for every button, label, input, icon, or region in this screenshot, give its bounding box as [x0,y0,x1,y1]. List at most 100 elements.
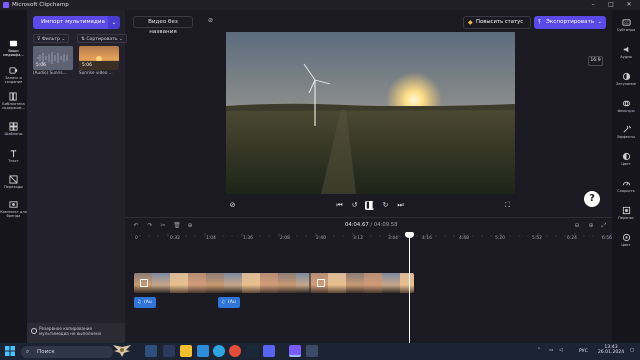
right-item-color-2[interactable]: Цвет [612,233,640,247]
current-time: 04:04.67 [345,222,369,228]
maximize-button[interactable]: □ [604,0,618,10]
steam-icon[interactable] [246,345,258,357]
chevron-down-icon: ⌄ [111,19,117,26]
filters-icon [622,100,630,107]
media-caption: Sunrise video ... [79,70,113,75]
right-item-speed-label: Скорость [617,189,635,193]
help-button[interactable]: ? [584,191,600,207]
network-icon[interactable]: ▭ [549,348,553,353]
image-icon [140,279,148,287]
right-item-color[interactable]: Цвет [612,152,640,166]
right-item-speed[interactable]: Скорость [612,179,640,193]
close-button[interactable]: ✕ [622,0,636,10]
collapse-panel-icon[interactable] [622,48,631,51]
hide-preview-icon[interactable]: ⊘ [228,201,237,210]
nav-item-transitions[interactable]: Переходы [0,175,27,189]
chrome-icon[interactable] [229,345,241,357]
export-label: Экспортировать [546,19,595,25]
right-item-filters[interactable]: Фильтры [612,99,640,113]
pause-icon[interactable]: ❚❚ [365,201,377,210]
export-button[interactable]: ⤒ Экспортировать ⌄ [534,16,606,29]
clock-date: 26.01.2024 [597,350,625,355]
edge-icon[interactable] [197,345,209,357]
zoom-in-icon[interactable]: ⊕ [587,222,595,230]
playhead-handle[interactable] [405,232,414,238]
eagle-emblem-icon [108,344,136,358]
nav-item-library-label: Библиотека содержим... [2,102,25,110]
nav-item-brand[interactable]: Комплект для бренда [0,200,27,218]
upgrade-button[interactable]: ◆ Повысить статус [463,16,531,29]
right-item-audio-label: Аудио [620,55,632,59]
forward-5s-icon[interactable]: ↻ [381,201,390,210]
media-item-audio[interactable]: 5:06 [33,46,73,70]
right-item-effects[interactable]: Эффекты [612,125,640,139]
nav-item-library[interactable]: Библиотека содержим... [0,92,27,110]
rewind-5s-icon[interactable]: ↺ [350,201,359,210]
ruler-tick: 1:04 [206,236,216,241]
nav-item-record[interactable]: Запись и создание [0,66,27,84]
search-placeholder: Поиск [37,349,55,355]
file-explorer-icon[interactable] [180,345,192,357]
fade-icon [622,72,630,81]
timecode: 04:04.67 / 04:09.58 [345,222,398,228]
windows-start-icon[interactable] [5,346,15,356]
minimize-button[interactable]: – [586,0,600,10]
right-item-captions-label: Субтитры [616,28,636,32]
nav-item-templates[interactable]: Шаблоны [0,122,27,136]
nav-item-templates-label: Шаблоны [4,132,23,136]
ruler-tick: 6:24 [567,236,577,241]
fit-timeline-icon[interactable]: ⤢ [600,222,608,230]
media-caption: (Audio) Sunris... [33,70,67,75]
project-name-field[interactable]: Видео без названия [133,16,193,35]
zoom-out-icon[interactable]: ⊖ [573,222,581,230]
discord-icon[interactable] [263,345,275,357]
filter-button[interactable]: ⊽ Фильтр ⌄ [33,34,70,43]
nav-item-media[interactable]: Ваши медиафа... [0,39,27,57]
video-track[interactable] [134,273,414,293]
right-navigation [612,10,640,343]
media-item-video[interactable]: 5:06 [79,46,119,70]
templates-icon [9,122,18,131]
skip-forward-icon[interactable]: ⏭ [396,201,405,210]
taskbar-search[interactable]: ⌕ Поиск [21,346,113,358]
audio-clip[interactable]: ♫ (Au [134,297,156,308]
ruler-tick: 3:44 [388,236,398,241]
tray-chevron-icon[interactable]: ⌃ [537,348,541,353]
captions-icon: CC [621,19,631,26]
right-item-transform[interactable]: Перенос [612,206,640,220]
import-dropdown-button[interactable]: ⌄ [108,16,120,29]
ruler-tick: 0:32 [170,236,180,241]
right-item-captions[interactable]: CC Субтитры [612,18,640,32]
delete-icon[interactable]: 🗑 [173,222,181,230]
fullscreen-icon[interactable]: ⛶ [503,201,512,210]
volume-icon[interactable]: ◁ [559,348,563,353]
sync-off-icon[interactable]: ⊘ [206,17,215,26]
split-icon[interactable]: ✂ [159,222,167,230]
clipchamp-taskbar-icon[interactable] [289,345,301,357]
telegram-icon[interactable] [213,345,225,357]
window-title: Microsoft Clipchamp [12,2,69,8]
playhead[interactable] [409,234,410,343]
preview-frame [226,32,515,194]
aspect-ratio-button[interactable]: 16:9 [588,56,603,66]
filter-icon: ⊽ [37,37,41,42]
nav-item-text[interactable]: Текст [0,149,27,163]
video-preview[interactable] [226,32,515,194]
notifications-icon[interactable]: ▢ [630,348,634,353]
right-item-transform-label: Перенос [618,216,634,220]
audio-clip[interactable]: ♫ (Au [218,297,240,308]
add-media-icon[interactable]: ⊕ [186,222,194,230]
backup-notice[interactable]: Резервное копирование мультимедиа не вып… [27,323,125,343]
sort-button[interactable]: ⇅ Сортировать ⌄ [77,34,127,43]
import-media-button[interactable]: Импорт мультимедиа [33,16,113,29]
undo-icon[interactable]: ↶ [132,222,140,230]
redo-icon[interactable]: ↷ [146,222,154,230]
skip-back-icon[interactable]: ⏮ [335,201,344,210]
audio-clip-label: (Au [228,300,236,305]
language-indicator[interactable]: РУС [579,349,588,354]
right-item-fade[interactable]: Затухание [612,72,640,86]
photoshop-icon[interactable] [163,345,175,357]
app-taskbar-icon[interactable] [306,345,318,357]
clock[interactable]: 13:43 26.01.2024 [596,345,626,355]
task-view-icon[interactable] [145,345,157,357]
